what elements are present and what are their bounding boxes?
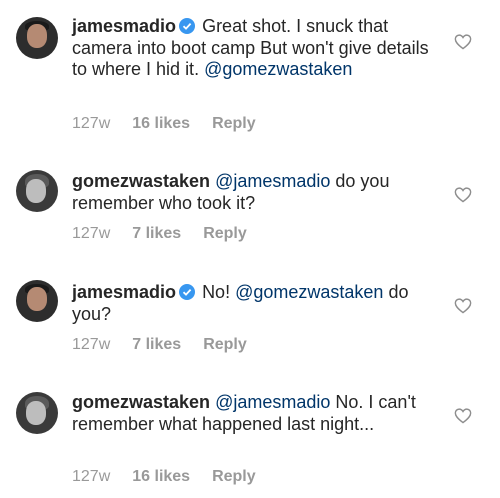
- likes-count[interactable]: 7 likes: [132, 336, 181, 353]
- comment-body-prefix: No!: [202, 282, 231, 302]
- likes-count[interactable]: 16 likes: [132, 115, 190, 132]
- timestamp: 127w: [72, 336, 111, 353]
- avatar[interactable]: [16, 170, 58, 212]
- verified-badge-icon: [179, 284, 196, 300]
- mention-link[interactable]: @gomezwastaken: [204, 59, 352, 79]
- mention-link[interactable]: @gomezwastaken: [235, 282, 383, 302]
- timestamp: 127w: [72, 115, 111, 132]
- comment-meta: 127w 16 likes Reply: [72, 468, 278, 486]
- mention-link[interactable]: @jamesmadio: [215, 392, 330, 412]
- comment-text: gomezwastaken @jamesmadio No. I can't re…: [72, 392, 442, 435]
- comment-meta: 127w 7 likes Reply: [72, 225, 269, 243]
- heart-icon[interactable]: [454, 34, 472, 50]
- heart-icon[interactable]: [454, 298, 472, 314]
- avatar[interactable]: [16, 17, 58, 59]
- username[interactable]: jamesmadio: [72, 16, 176, 36]
- heart-icon[interactable]: [454, 187, 472, 203]
- username[interactable]: gomezwastaken: [72, 171, 210, 191]
- comment-text: jamesmadio No! @gomezwastaken do you?: [72, 282, 442, 325]
- username[interactable]: gomezwastaken: [72, 392, 210, 412]
- comment-text: gomezwastaken @jamesmadio do you remembe…: [72, 171, 442, 214]
- reply-button[interactable]: Reply: [212, 115, 256, 132]
- likes-count[interactable]: 16 likes: [132, 468, 190, 485]
- comment-meta: 127w 16 likes Reply: [72, 115, 278, 133]
- timestamp: 127w: [72, 225, 111, 242]
- likes-count[interactable]: 7 likes: [132, 225, 181, 242]
- timestamp: 127w: [72, 468, 111, 485]
- comment-text: jamesmadio Great shot. I snuck that came…: [72, 16, 442, 81]
- reply-button[interactable]: Reply: [203, 336, 247, 353]
- avatar[interactable]: [16, 392, 58, 434]
- mention-link[interactable]: @jamesmadio: [215, 171, 330, 191]
- comment-meta: 127w 7 likes Reply: [72, 336, 269, 354]
- reply-button[interactable]: Reply: [203, 225, 247, 242]
- reply-button[interactable]: Reply: [212, 468, 256, 485]
- username[interactable]: jamesmadio: [72, 282, 176, 302]
- verified-badge-icon: [179, 18, 196, 34]
- avatar[interactable]: [16, 280, 58, 322]
- heart-icon[interactable]: [454, 408, 472, 424]
